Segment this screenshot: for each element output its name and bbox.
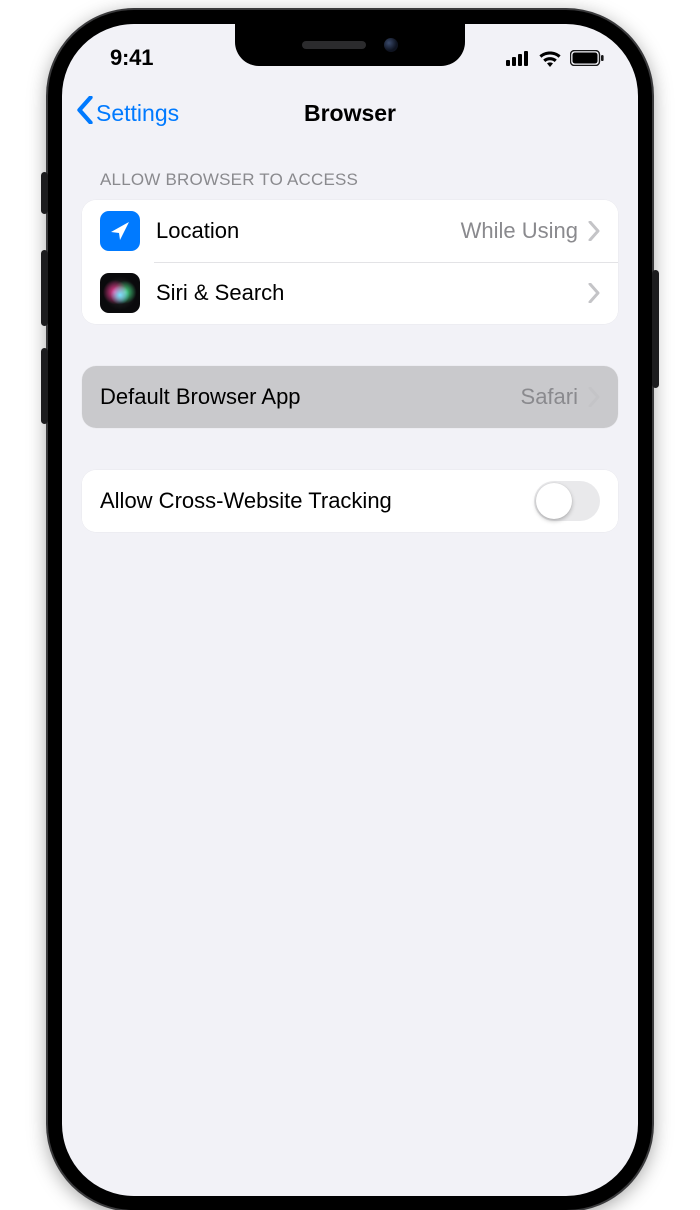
- chevron-left-icon: [76, 96, 94, 130]
- chevron-right-icon: [588, 283, 600, 303]
- row-default-browser-label: Default Browser App: [100, 384, 521, 410]
- back-button-label: Settings: [96, 100, 179, 127]
- chevron-right-icon: [588, 221, 600, 241]
- section-header-access: ALLOW BROWSER TO ACCESS: [82, 142, 618, 200]
- front-camera: [384, 38, 398, 52]
- status-time: 9:41: [96, 45, 153, 71]
- group-tracking: Allow Cross-Website Tracking: [82, 470, 618, 532]
- device-frame: 9:41: [48, 10, 652, 1210]
- row-siri-and-search[interactable]: Siri & Search: [82, 262, 618, 324]
- volume-up-button: [41, 250, 48, 326]
- group-browser-access: Location While Using Siri & Search: [82, 200, 618, 324]
- screen: 9:41: [62, 24, 638, 1196]
- settings-content: ALLOW BROWSER TO ACCESS Location While U…: [62, 142, 638, 532]
- group-default-browser: Default Browser App Safari: [82, 366, 618, 428]
- tracking-toggle[interactable]: [534, 481, 600, 521]
- status-indicators: [506, 50, 604, 67]
- page-title: Browser: [304, 100, 396, 127]
- row-tracking-label: Allow Cross-Website Tracking: [100, 488, 534, 514]
- side-button: [652, 270, 659, 388]
- battery-icon: [570, 50, 604, 66]
- earpiece: [302, 41, 366, 49]
- silent-switch: [41, 172, 48, 214]
- back-button[interactable]: Settings: [76, 84, 179, 142]
- navigation-bar: Settings Browser: [62, 84, 638, 142]
- volume-down-button: [41, 348, 48, 424]
- row-siri-label: Siri & Search: [156, 280, 588, 306]
- wifi-icon: [538, 50, 562, 67]
- toggle-knob: [536, 483, 572, 519]
- row-location-value: While Using: [461, 218, 578, 244]
- row-location[interactable]: Location While Using: [82, 200, 618, 262]
- row-location-label: Location: [156, 218, 461, 244]
- siri-icon: [100, 273, 140, 313]
- row-default-browser-app[interactable]: Default Browser App Safari: [82, 366, 618, 428]
- chevron-right-icon: [588, 387, 600, 407]
- location-arrow-icon: [100, 211, 140, 251]
- notch: [235, 24, 465, 66]
- row-default-browser-value: Safari: [521, 384, 578, 410]
- cellular-signal-icon: [506, 50, 530, 66]
- row-allow-cross-website-tracking: Allow Cross-Website Tracking: [82, 470, 618, 532]
